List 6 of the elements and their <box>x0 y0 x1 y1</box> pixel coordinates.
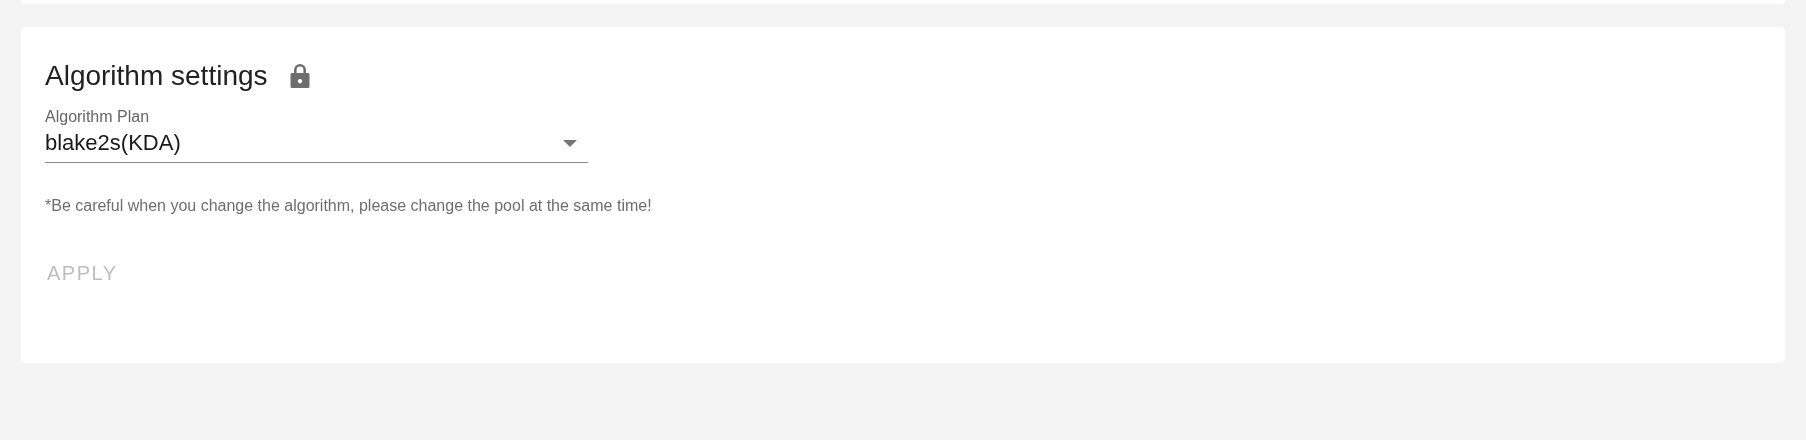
select-value: blake2s(KDA) <box>45 130 181 156</box>
section-title: Algorithm settings <box>45 60 268 92</box>
algorithm-select[interactable]: Algorithm Plan blake2s(KDA) <box>45 108 588 163</box>
field-label: Algorithm Plan <box>45 108 151 126</box>
dropdown-caret-icon <box>563 139 577 147</box>
warning-note: *Be careful when you change the algorithm, please change the pool at the same time! <box>45 197 653 215</box>
